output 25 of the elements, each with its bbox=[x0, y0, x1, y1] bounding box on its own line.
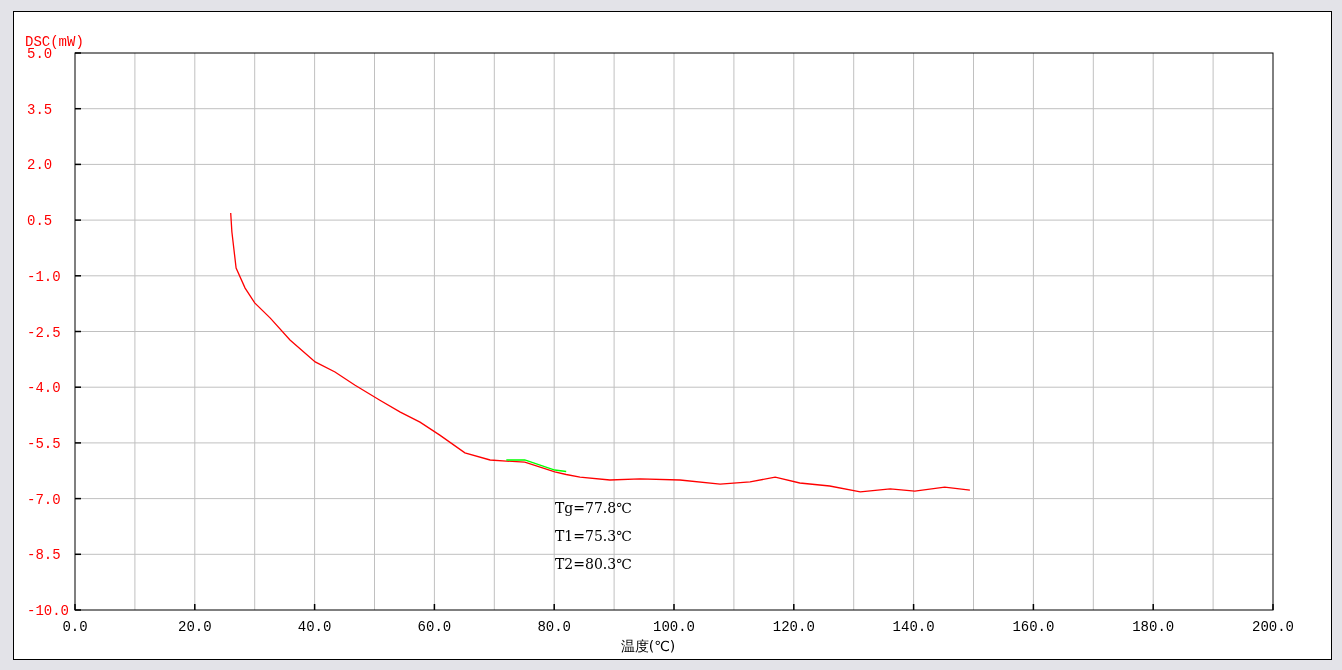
tick-label: -10.0 bbox=[27, 603, 69, 619]
annotation-text: T2=80.3℃ bbox=[555, 556, 632, 572]
annotation-text: Tg=77.8℃ bbox=[555, 500, 632, 516]
tick-label: -8.5 bbox=[27, 547, 61, 564]
annotation-text: T1=75.3℃ bbox=[555, 528, 632, 544]
tick-label: 120.0 bbox=[772, 619, 815, 635]
tick-label: 80.0 bbox=[537, 619, 571, 635]
tick-label: 0.5 bbox=[27, 213, 53, 230]
tick-label: 180.0 bbox=[1132, 619, 1175, 635]
tick-label: 160.0 bbox=[1012, 619, 1055, 635]
tick-label: -7.0 bbox=[27, 491, 61, 508]
axis-title: 温度(℃) bbox=[620, 638, 676, 654]
tick-label: 200.0 bbox=[1252, 619, 1294, 635]
tick-label: -2.5 bbox=[27, 324, 61, 341]
tick-label: 0.0 bbox=[62, 619, 88, 635]
tick-label: -5.5 bbox=[27, 435, 61, 452]
tick-label: -1.0 bbox=[27, 268, 61, 285]
tick-label: 100.0 bbox=[653, 619, 695, 635]
tick-label: 2.0 bbox=[27, 157, 53, 174]
tick-label: 140.0 bbox=[892, 619, 935, 635]
tick-label: 40.0 bbox=[297, 619, 332, 635]
tick-label: 3.5 bbox=[27, 101, 53, 118]
tick-label: -4.0 bbox=[27, 380, 61, 397]
tick-label: 20.0 bbox=[178, 619, 212, 635]
tick-label: 60.0 bbox=[417, 619, 452, 635]
